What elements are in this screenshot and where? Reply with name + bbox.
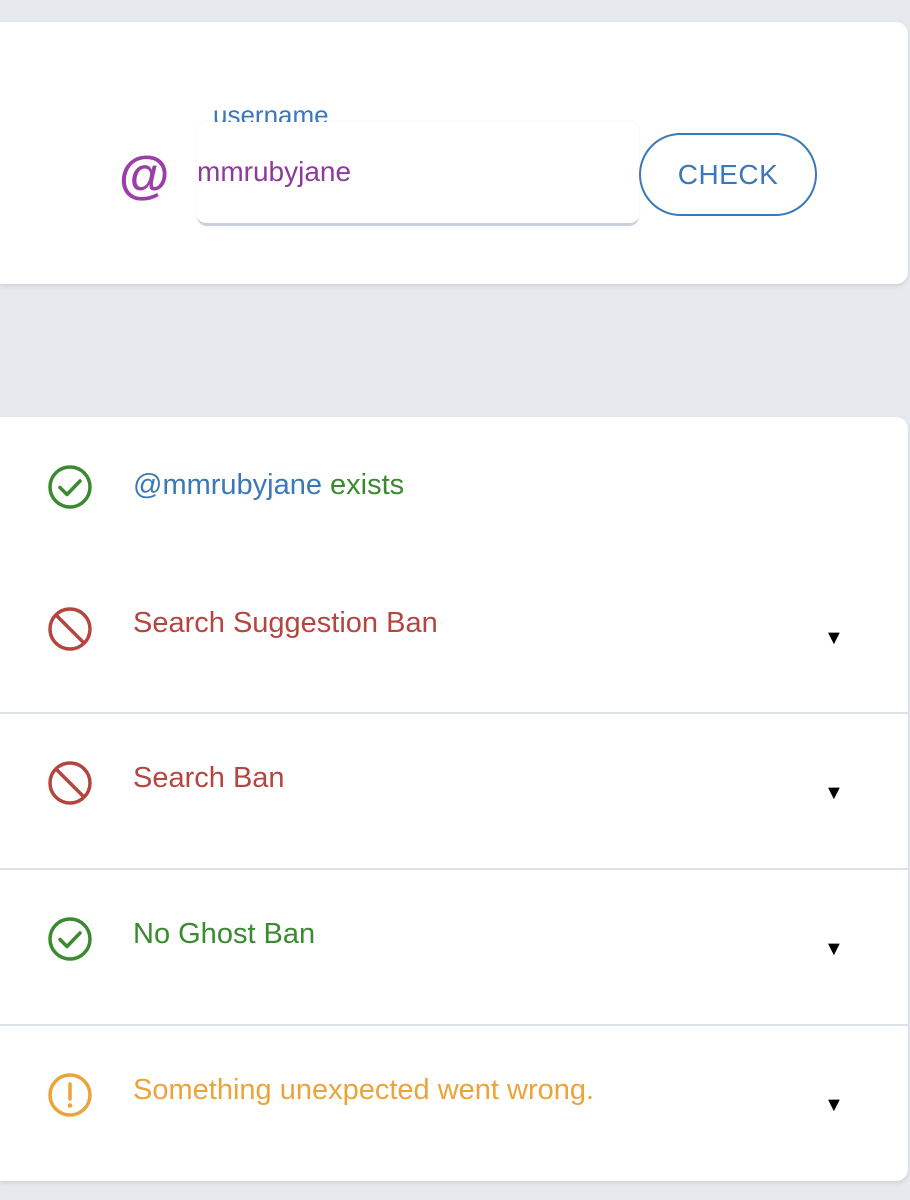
username-search-card: @ username mmrubyjane CHECK: [0, 22, 908, 284]
exists-handle-link[interactable]: @mmrubyjane: [133, 469, 322, 501]
username-input[interactable]: mmrubyjane: [197, 122, 639, 226]
expand-caret-icon[interactable]: ▼: [824, 627, 844, 650]
exists-text: @mmrubyjane exists: [133, 469, 404, 502]
result-label: Search Ban: [133, 762, 285, 794]
username-input-value: mmrubyjane: [197, 156, 352, 187]
check-button[interactable]: CHECK: [639, 133, 817, 216]
ban-icon: [48, 607, 92, 651]
check-circle-icon: [48, 917, 92, 961]
expand-caret-icon[interactable]: ▼: [824, 938, 844, 961]
result-row-search-ban[interactable]: Search Ban ▼: [0, 712, 908, 868]
result-row-exists: @mmrubyjane exists: [0, 417, 908, 557]
ban-icon: [48, 761, 92, 805]
result-row-search-suggestion-ban[interactable]: Search Suggestion Ban ▼: [0, 557, 908, 712]
result-row-reply-deboosting[interactable]: Something unexpected went wrong. ▼: [0, 1024, 908, 1181]
expand-caret-icon[interactable]: ▼: [824, 1094, 844, 1117]
result-row-ghost-ban[interactable]: No Ghost Ban ▼: [0, 868, 908, 1024]
warning-circle-icon: [48, 1073, 92, 1117]
check-circle-icon: [48, 465, 92, 509]
expand-caret-icon[interactable]: ▼: [824, 782, 844, 805]
at-sign-icon: @: [118, 147, 169, 205]
exists-suffix: exists: [322, 469, 405, 501]
result-label: Something unexpected went wrong.: [133, 1074, 595, 1106]
result-label: Search Suggestion Ban: [133, 607, 438, 639]
results-card: @mmrubyjane exists Search Suggestion Ban…: [0, 417, 908, 1181]
result-label: No Ghost Ban: [133, 918, 316, 950]
